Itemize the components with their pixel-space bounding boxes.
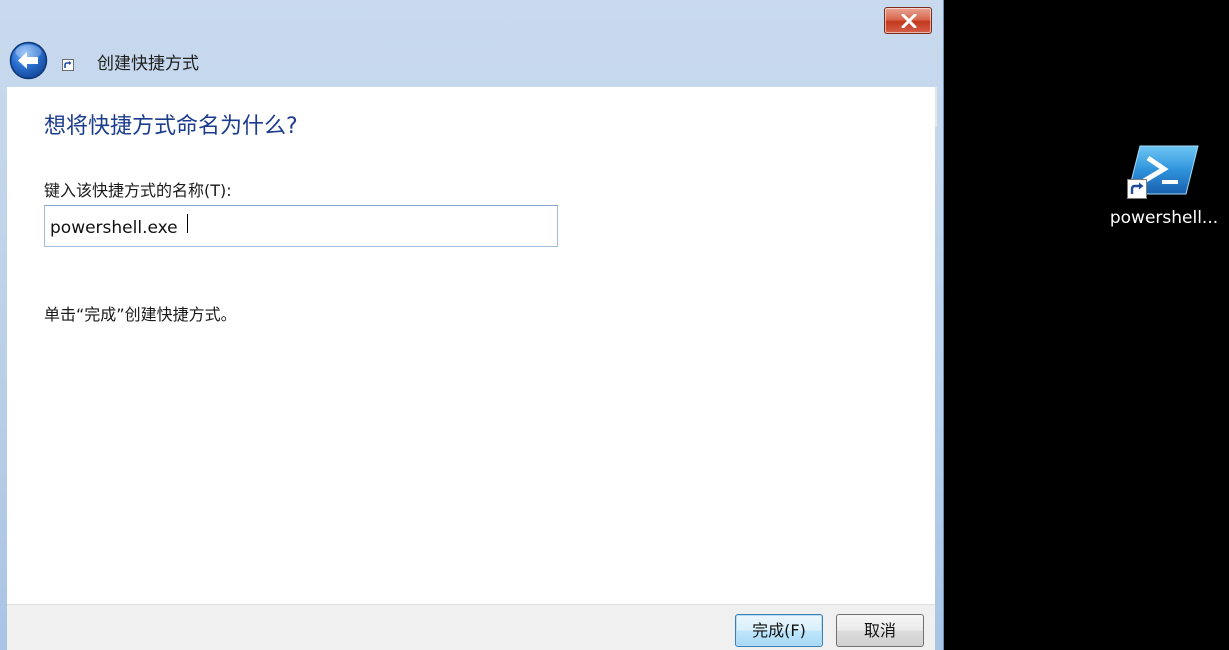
page-heading: 想将快捷方式命名为什么?: [44, 114, 298, 139]
shortcut-name-label: 键入该快捷方式的名称(T):: [44, 181, 232, 200]
close-button[interactable]: [884, 7, 932, 34]
cancel-button[interactable]: 取消: [836, 614, 924, 647]
finish-instruction: 单击“完成”创建快捷方式。: [44, 305, 237, 324]
shortcut-arrow-icon: [1127, 179, 1147, 199]
text-caret: [187, 214, 188, 233]
desktop-background: powershell...: [944, 0, 1229, 650]
content-edge: [935, 87, 937, 127]
shortcut-name-input[interactable]: [44, 205, 558, 247]
back-button[interactable]: [9, 41, 48, 80]
window-title: 创建快捷方式: [97, 54, 199, 74]
shortcut-icon: [62, 59, 74, 71]
desktop-shortcut-powershell[interactable]: powershell...: [1108, 140, 1220, 240]
back-arrow-icon: [9, 41, 48, 80]
desktop-shortcut-label: powershell...: [1109, 208, 1219, 228]
finish-button[interactable]: 完成(F): [735, 614, 823, 647]
create-shortcut-dialog: 创建快捷方式 想将快捷方式命名为什么? 键入该快捷方式的名称(T): 单击“完成…: [0, 0, 944, 650]
close-icon: [901, 14, 917, 28]
content-area: 想将快捷方式命名为什么? 键入该快捷方式的名称(T): 单击“完成”创建快捷方式…: [7, 87, 935, 604]
